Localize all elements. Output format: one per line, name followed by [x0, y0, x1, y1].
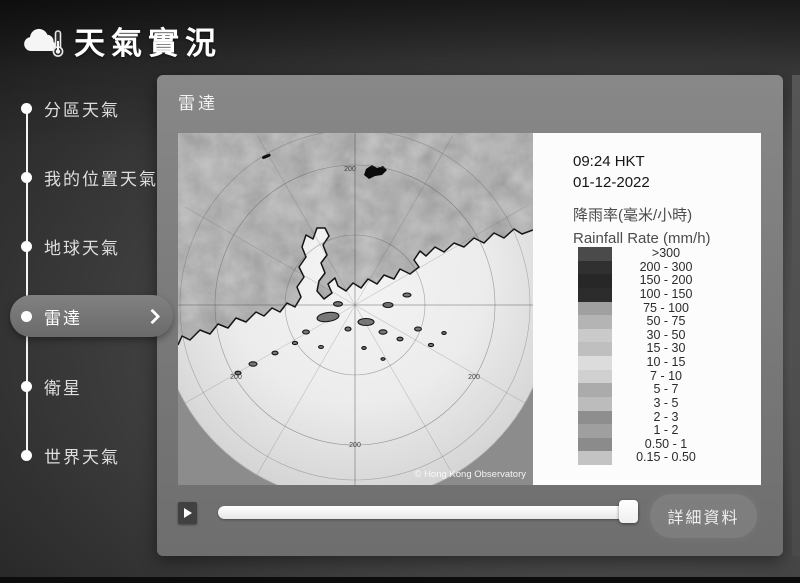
legend-range-label: 50 - 75 — [618, 315, 714, 329]
legend-color-swatch — [578, 274, 612, 288]
legend-range-label: 7 - 10 — [618, 370, 714, 384]
legend-panel: 09:24 HKT 01-12-2022 降雨率(毫米/小時) Rainfall… — [533, 133, 761, 485]
legend-range-label: 3 - 5 — [618, 397, 714, 411]
legend-color-swatch — [578, 247, 612, 261]
legend-color-swatch — [578, 424, 612, 438]
legend-range-label: >300 — [618, 247, 714, 261]
legend-row: 75 - 100 — [578, 302, 748, 316]
app-title: 天氣實況 — [74, 18, 222, 63]
legend-row: 150 - 200 — [578, 274, 748, 288]
legend-titles: 降雨率(毫米/小時) Rainfall Rate (mm/h) — [573, 204, 711, 250]
cloud-thermometer-icon — [21, 23, 69, 59]
sidebar-item-label: 雷達 — [44, 294, 82, 338]
rainfall-legend: >300 200 - 300 150 - 200 100 - 150 75 - … — [578, 247, 748, 465]
nav-bullet-dot — [21, 381, 32, 392]
ring-label: 200 — [230, 374, 242, 381]
play-icon — [184, 508, 192, 518]
legend-row: 0.15 - 0.50 — [578, 451, 748, 465]
legend-range-label: 200 - 300 — [618, 261, 714, 275]
time-slider-track[interactable] — [218, 506, 638, 519]
legend-row: 1 - 2 — [578, 424, 748, 438]
legend-row: 2 - 3 — [578, 411, 748, 425]
legend-row: 7 - 10 — [578, 370, 748, 384]
legend-color-swatch — [578, 329, 612, 343]
nav-bullet-dot — [21, 103, 32, 114]
sidebar-item-label: 我的位置天氣 — [44, 155, 158, 199]
app-header: 天氣實況 — [0, 0, 800, 72]
legend-color-swatch — [578, 356, 612, 370]
legend-range-label: 1 - 2 — [618, 424, 714, 438]
observation-date: 01-12-2022 — [573, 172, 650, 193]
radar-map-image: 200 200 200 200 © Hong Kong Observatory — [178, 133, 533, 485]
sidebar-item-label: 世界天氣 — [44, 433, 120, 477]
sidebar-item-3[interactable]: 地球天氣 — [0, 224, 176, 268]
copyright-text: © Hong Kong Observatory — [414, 469, 526, 480]
legend-row: 0.50 - 1 — [578, 438, 748, 452]
next-card-edge — [792, 75, 800, 556]
legend-row: 50 - 75 — [578, 315, 748, 329]
legend-color-swatch — [578, 383, 612, 397]
sidebar-item-label: 分區天氣 — [44, 86, 120, 130]
nav-bullet-dot — [21, 172, 32, 183]
legend-color-swatch — [578, 342, 612, 356]
time-slider-thumb[interactable] — [619, 500, 638, 523]
nav-bullet-dot — [21, 241, 32, 252]
legend-row: 15 - 30 — [578, 342, 748, 356]
sidebar-item-label: 地球天氣 — [44, 224, 120, 268]
legend-range-label: 15 - 30 — [618, 342, 714, 356]
panel-title: 雷達 — [178, 89, 218, 114]
legend-title-zh: 降雨率(毫米/小時) — [573, 204, 711, 227]
details-button[interactable]: 詳細資料 — [650, 494, 757, 538]
legend-color-swatch — [578, 438, 612, 452]
legend-row: 10 - 15 — [578, 356, 748, 370]
bottom-edge-bar — [0, 577, 800, 583]
legend-color-swatch — [578, 261, 612, 275]
legend-range-label: 75 - 100 — [618, 302, 714, 316]
sidebar-item-5[interactable]: 衛星 — [0, 364, 176, 408]
legend-range-label: 100 - 150 — [618, 288, 714, 302]
legend-range-label: 2 - 3 — [618, 411, 714, 425]
legend-row: 200 - 300 — [578, 261, 748, 275]
ring-label: 200 — [468, 374, 480, 381]
observation-time-hkt: 09:24 HKT — [573, 151, 650, 172]
app-screen: 天氣實況 分區天氣 我的位置天氣 地球天氣 雷達 — [0, 0, 800, 583]
legend-row: 100 - 150 — [578, 288, 748, 302]
legend-range-label: 10 - 15 — [618, 356, 714, 370]
nav-bullet-dot — [21, 450, 32, 461]
ring-label: 200 — [349, 442, 361, 449]
legend-color-swatch — [578, 451, 612, 465]
legend-range-label: 5 - 7 — [618, 383, 714, 397]
legend-color-swatch — [578, 288, 612, 302]
legend-color-swatch — [578, 370, 612, 384]
legend-color-swatch — [578, 302, 612, 316]
legend-color-swatch — [578, 411, 612, 425]
legend-range-label: 150 - 200 — [618, 274, 714, 288]
sidebar-item-6[interactable]: 世界天氣 — [0, 433, 176, 477]
sidebar-item-label: 衛星 — [44, 364, 82, 408]
nav-bullet-dot — [21, 311, 32, 322]
legend-row: >300 — [578, 247, 748, 261]
legend-color-swatch — [578, 315, 612, 329]
legend-row: 3 - 5 — [578, 397, 748, 411]
sidebar-item-4[interactable]: 雷達 — [0, 294, 176, 338]
legend-row: 5 - 7 — [578, 383, 748, 397]
legend-range-label: 0.50 - 1 — [618, 438, 714, 452]
sidebar-item-1[interactable]: 分區天氣 — [0, 86, 176, 130]
sidebar-item-2[interactable]: 我的位置天氣 — [0, 155, 176, 199]
legend-range-label: 30 - 50 — [618, 329, 714, 343]
legend-range-label: 0.15 - 0.50 — [618, 451, 714, 465]
legend-color-swatch — [578, 397, 612, 411]
observation-time: 09:24 HKT 01-12-2022 — [573, 151, 650, 193]
play-button[interactable] — [178, 502, 197, 524]
ring-label: 200 — [344, 166, 356, 173]
legend-row: 30 - 50 — [578, 329, 748, 343]
